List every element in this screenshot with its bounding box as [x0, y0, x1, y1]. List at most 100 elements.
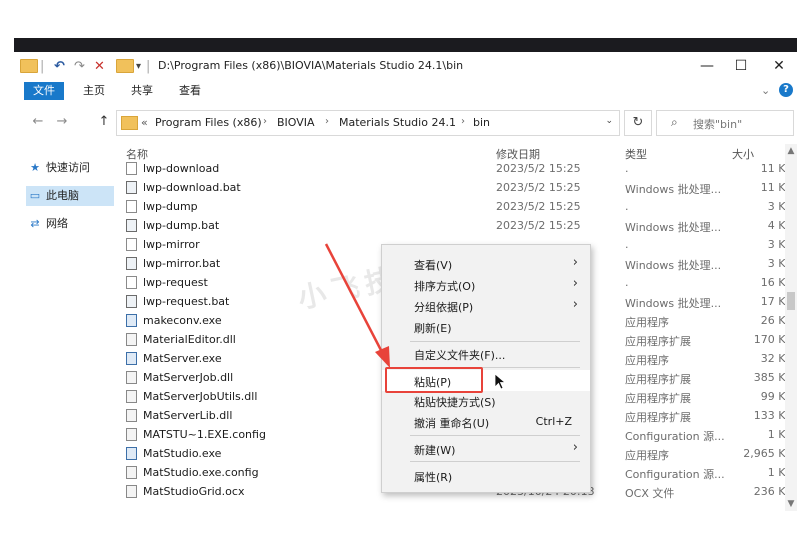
minimize-button[interactable]: — — [690, 54, 724, 78]
batch-file-icon — [126, 181, 137, 194]
nav-item-quick-access[interactable]: ★ 快速访问 — [28, 158, 90, 178]
menu-item-group-by[interactable]: 分组依据(P) › — [382, 295, 590, 316]
batch-file-icon — [126, 295, 137, 308]
vertical-scrollbar[interactable]: ▲ ▼ — [785, 144, 797, 511]
file-size: 133 KB — [753, 409, 793, 422]
file-type: Windows 批处理... — [625, 259, 722, 272]
breadcrumb-separator[interactable]: › — [461, 116, 465, 127]
menu-item-undo-rename[interactable]: 撤消 重命名(U) Ctrl+Z — [382, 411, 590, 432]
menu-item-refresh[interactable]: 刷新(E) — [382, 316, 590, 337]
menu-item-shortcut: Ctrl+Z — [535, 415, 572, 428]
file-type: Windows 批处理... — [625, 183, 722, 196]
file-size: 16 KB — [760, 276, 793, 289]
scroll-down-icon[interactable]: ▼ — [785, 499, 797, 509]
settings-file-icon — [126, 409, 137, 422]
breadcrumb-program-files[interactable]: Program Files (x86) — [155, 116, 262, 129]
file-size: 1 KB — [767, 466, 793, 479]
settings-file-icon — [126, 371, 137, 384]
breadcrumb-biovia[interactable]: BIOVIA — [277, 116, 315, 129]
tab-view[interactable]: 查看 — [170, 82, 210, 100]
menu-item-customize-folder[interactable]: 自定义文件夹(F)... — [382, 343, 590, 364]
forward-button[interactable]: → — [54, 113, 70, 131]
batch-file-icon — [126, 219, 137, 232]
help-icon[interactable]: ? — [779, 83, 793, 97]
maximize-button[interactable]: ☐ — [724, 54, 758, 78]
breadcrumb-separator[interactable]: › — [263, 116, 267, 127]
menu-item-view[interactable]: 查看(V) › — [382, 253, 590, 274]
file-row[interactable]: lwp-download 2023/5/2 15:25. 11 KB — [118, 160, 797, 179]
close-button[interactable]: ✕ — [762, 54, 796, 78]
redo-icon[interactable]: ↷ — [74, 58, 85, 74]
nav-item-this-pc[interactable]: ▭ 此电脑 — [26, 186, 114, 206]
file-type: 应用程序扩展 — [625, 392, 691, 405]
up-button[interactable]: ↑ — [96, 113, 112, 131]
menu-separator — [410, 341, 580, 342]
highlight-box — [385, 367, 483, 393]
application-icon — [126, 447, 137, 460]
file-size: 4 KB — [767, 219, 793, 232]
address-bar[interactable]: « Program Files (x86) › BIOVIA › Materia… — [116, 110, 620, 136]
search-icon: ⌕ — [671, 115, 678, 129]
file-type: . — [625, 276, 629, 289]
tab-home[interactable]: 主页 — [74, 82, 114, 100]
tab-file[interactable]: 文件 — [24, 82, 64, 100]
screen-top-margin — [0, 0, 811, 38]
menu-item-new[interactable]: 新建(W) › — [382, 438, 590, 459]
breadcrumb-materials-studio[interactable]: Materials Studio 24.1 — [339, 116, 456, 129]
ribbon-expand-icon[interactable]: ⌄ — [752, 82, 779, 100]
submenu-arrow-icon: › — [572, 255, 578, 270]
file-size: 17 KB — [760, 295, 793, 308]
nav-item-network[interactable]: ⇄ 网络 — [28, 214, 68, 234]
network-icon: ⇄ — [30, 217, 40, 230]
menu-item-label: 刷新(E) — [414, 322, 452, 335]
menu-item-sort-by[interactable]: 排序方式(O) › — [382, 274, 590, 295]
application-icon — [126, 352, 137, 365]
back-button[interactable]: ← — [30, 113, 46, 131]
breadcrumb-overflow[interactable]: « — [141, 116, 148, 129]
file-type: . — [625, 200, 629, 213]
computer-icon: ▭ — [29, 189, 41, 202]
file-size: 3 KB — [767, 257, 793, 270]
menu-item-paste-shortcut[interactable]: 粘贴快捷方式(S) — [382, 390, 590, 411]
address-dropdown-icon[interactable]: ⌄ — [605, 116, 613, 126]
file-name: lwp-dump — [143, 200, 198, 213]
file-size: 236 KB — [753, 485, 793, 498]
settings-file-icon — [126, 390, 137, 403]
application-icon — [126, 314, 137, 327]
delete-icon[interactable]: ✕ — [94, 58, 105, 74]
file-row[interactable]: lwp-dump 2023/5/2 15:25. 3 KB — [118, 198, 797, 217]
batch-file-icon — [126, 257, 137, 270]
file-row[interactable]: lwp-dump.bat 2023/5/2 15:25 Windows 批处理...… — [118, 217, 797, 236]
breadcrumb-separator[interactable]: › — [325, 116, 329, 127]
submenu-arrow-icon: › — [572, 276, 578, 291]
qat-dropdown-icon[interactable]: ▾ — [136, 58, 141, 74]
file-type: . — [625, 162, 629, 175]
file-type: Windows 批处理... — [625, 297, 722, 310]
mouse-cursor-icon — [494, 373, 507, 390]
folder-new-icon[interactable] — [116, 58, 134, 74]
scroll-thumb[interactable] — [787, 292, 795, 310]
menu-item-label: 属性(R) — [414, 471, 453, 484]
submenu-arrow-icon: › — [572, 297, 578, 312]
file-type: 应用程序扩展 — [625, 373, 691, 386]
nav-item-label: 快速访问 — [46, 161, 90, 174]
address-row: ← → ↑ « Program Files (x86) › BIOVIA › M… — [14, 108, 797, 136]
title-bar: | ↶ ↷ ✕ ▾ | D:\Program Files (x86)\BIOVI… — [14, 52, 797, 80]
file-type: . — [625, 238, 629, 251]
refresh-button[interactable]: ↻ — [624, 110, 652, 136]
file-icon — [126, 238, 137, 251]
breadcrumb-bin[interactable]: bin — [473, 116, 490, 129]
file-row[interactable]: lwp-download.bat 2023/5/2 15:25 Windows 批处… — [118, 179, 797, 198]
file-type: 应用程序 — [625, 449, 669, 462]
file-size: 11 KB — [760, 181, 793, 194]
menu-item-properties[interactable]: 属性(R) — [382, 465, 590, 486]
address-folder-icon — [121, 116, 138, 130]
file-type: Windows 批处理... — [625, 221, 722, 234]
file-icon — [126, 162, 137, 175]
tab-share[interactable]: 共享 — [122, 82, 162, 100]
scroll-up-icon[interactable]: ▲ — [785, 146, 797, 156]
settings-file-icon — [126, 466, 137, 479]
search-input[interactable]: ⌕ 搜索"bin" — [656, 110, 794, 136]
file-icon — [126, 276, 137, 289]
undo-icon[interactable]: ↶ — [54, 58, 65, 74]
